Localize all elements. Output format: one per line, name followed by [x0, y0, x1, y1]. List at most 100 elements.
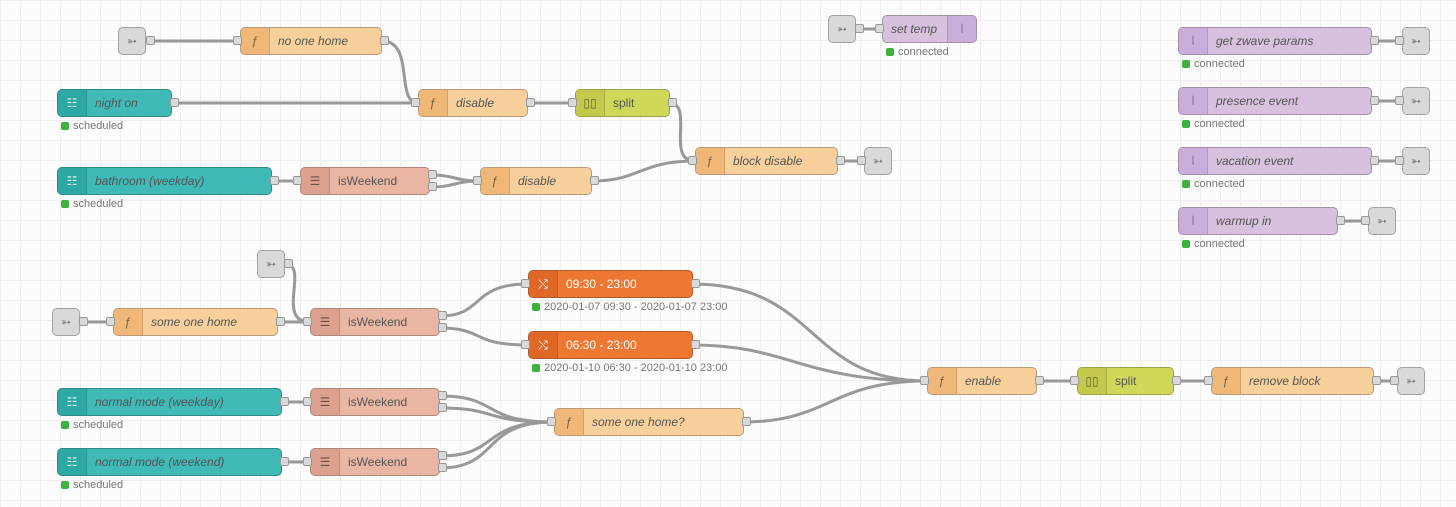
node-time-range[interactable]: ⤭ 09:30 - 23:00 — [528, 270, 693, 298]
port[interactable] — [590, 176, 599, 185]
node-normal-weekday[interactable]: ☷ normal mode (weekday) — [57, 388, 282, 416]
port[interactable] — [303, 397, 312, 406]
link-in[interactable]: ➳ — [257, 250, 285, 278]
port[interactable] — [875, 24, 884, 33]
port[interactable] — [526, 98, 535, 107]
link-in[interactable]: ➳ — [118, 27, 146, 55]
port[interactable] — [303, 457, 312, 466]
port[interactable] — [1395, 96, 1404, 105]
node-isweekend[interactable]: ☰ isWeekend — [300, 167, 430, 195]
port[interactable] — [1361, 216, 1370, 225]
port[interactable] — [691, 279, 700, 288]
node-block-disable[interactable]: ƒ block disable — [695, 147, 838, 175]
link-out[interactable]: ➳ — [1402, 27, 1430, 55]
port[interactable] — [568, 98, 577, 107]
node-get-zwave-params[interactable]: ⦚ get zwave params — [1178, 27, 1372, 55]
node-time-range[interactable]: ⤭ 06:30 - 23:00 — [528, 331, 693, 359]
port[interactable] — [280, 457, 289, 466]
node-night-on[interactable]: ☷ night on — [57, 89, 172, 117]
port[interactable] — [855, 24, 864, 33]
node-presence-event[interactable]: ⦚ presence event — [1178, 87, 1372, 115]
node-no-one-home[interactable]: ƒ no one home — [240, 27, 382, 55]
port[interactable] — [668, 98, 677, 107]
port[interactable] — [742, 417, 751, 426]
port[interactable] — [428, 170, 437, 179]
port[interactable] — [1204, 376, 1213, 385]
list-icon: ☰ — [320, 395, 331, 409]
port[interactable] — [1395, 156, 1404, 165]
port[interactable] — [170, 98, 179, 107]
link-out[interactable]: ➳ — [1397, 367, 1425, 395]
port[interactable] — [428, 182, 437, 191]
port[interactable] — [920, 376, 929, 385]
node-some-one-home[interactable]: ƒ some one home — [113, 308, 278, 336]
port[interactable] — [691, 340, 700, 349]
port[interactable] — [303, 317, 312, 326]
port[interactable] — [688, 156, 697, 165]
port[interactable] — [521, 340, 530, 349]
link-out[interactable]: ➳ — [864, 147, 892, 175]
node-normal-weekend[interactable]: ☷ normal mode (weekend) — [57, 448, 282, 476]
port[interactable] — [280, 397, 289, 406]
port[interactable] — [1172, 376, 1181, 385]
port[interactable] — [106, 317, 115, 326]
node-remove-block[interactable]: ƒ remove block — [1211, 367, 1374, 395]
link-in[interactable]: ➳ — [52, 308, 80, 336]
port[interactable] — [1390, 376, 1399, 385]
port[interactable] — [1370, 156, 1379, 165]
port[interactable] — [438, 463, 447, 472]
port[interactable] — [521, 279, 530, 288]
status: connected — [1182, 58, 1245, 70]
node-enable[interactable]: ƒ enable — [927, 367, 1037, 395]
port[interactable] — [836, 156, 845, 165]
link-out[interactable]: ➳ — [1402, 87, 1430, 115]
node-disable[interactable]: ƒ disable — [480, 167, 592, 195]
port[interactable] — [411, 98, 420, 107]
port[interactable] — [473, 176, 482, 185]
node-split[interactable]: ▯▯ split — [575, 89, 670, 117]
node-bathroom-weekday[interactable]: ☷ bathroom (weekday) — [57, 167, 272, 195]
function-icon: ƒ — [1223, 374, 1230, 388]
port[interactable] — [284, 259, 293, 268]
port[interactable] — [1070, 376, 1079, 385]
node-vacation-event[interactable]: ⦚ vacation event — [1178, 147, 1372, 175]
node-split[interactable]: ▯▯ split — [1077, 367, 1174, 395]
label: normal mode (weekday) — [87, 395, 281, 409]
node-set-temp[interactable]: set temp ⦚ — [882, 15, 977, 43]
port[interactable] — [79, 317, 88, 326]
node-isweekend[interactable]: ☰ isWeekend — [310, 448, 440, 476]
label: bathroom (weekday) — [87, 174, 271, 188]
port[interactable] — [547, 417, 556, 426]
port[interactable] — [438, 451, 447, 460]
port[interactable] — [1370, 96, 1379, 105]
node-some-one-home-q[interactable]: ƒ some one home? — [554, 408, 744, 436]
arrow-icon: ➳ — [1411, 34, 1421, 48]
link-out[interactable]: ➳ — [1402, 147, 1430, 175]
port[interactable] — [438, 391, 447, 400]
port[interactable] — [438, 323, 447, 332]
node-isweekend[interactable]: ☰ isWeekend — [310, 388, 440, 416]
port[interactable] — [1370, 36, 1379, 45]
port[interactable] — [233, 36, 242, 45]
status: connected — [1182, 178, 1245, 190]
radio-icon: ⦚ — [1192, 94, 1195, 109]
port[interactable] — [1372, 376, 1381, 385]
port[interactable] — [1035, 376, 1044, 385]
flow-canvas[interactable]: ➳ ƒ no one home ☷ night on scheduled ƒ d… — [0, 0, 1456, 507]
port[interactable] — [438, 403, 447, 412]
label: normal mode (weekend) — [87, 455, 281, 469]
port[interactable] — [1336, 216, 1345, 225]
node-isweekend[interactable]: ☰ isWeekend — [310, 308, 440, 336]
port[interactable] — [276, 317, 285, 326]
port[interactable] — [380, 36, 389, 45]
port[interactable] — [146, 36, 155, 45]
node-warmup-in[interactable]: ⦚ warmup in — [1178, 207, 1338, 235]
link-out[interactable]: ➳ — [1368, 207, 1396, 235]
port[interactable] — [270, 176, 279, 185]
port[interactable] — [293, 176, 302, 185]
link-in[interactable]: ➳ — [828, 15, 856, 43]
node-disable[interactable]: ƒ disable — [418, 89, 528, 117]
port[interactable] — [1395, 36, 1404, 45]
port[interactable] — [438, 311, 447, 320]
port[interactable] — [857, 156, 866, 165]
